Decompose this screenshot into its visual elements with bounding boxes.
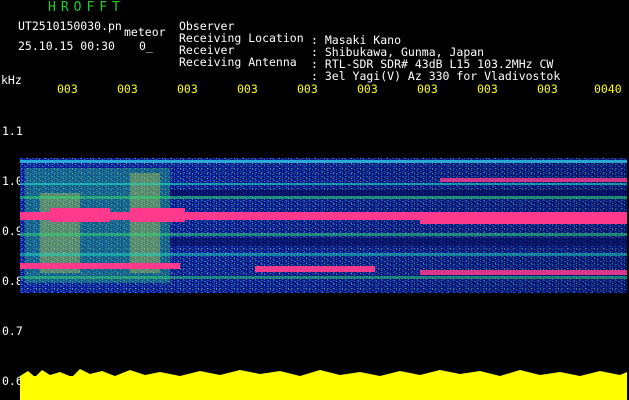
activity-region — [130, 173, 160, 273]
carrier-burst — [50, 208, 110, 222]
noise-peaks — [20, 369, 627, 378]
y-axis-unit: kHz — [1, 73, 22, 87]
time-label: 0040 — [594, 82, 622, 96]
secondary-line — [20, 233, 627, 236]
secondary-line — [20, 276, 627, 279]
time-label: 003 — [117, 82, 138, 96]
spectrogram — [20, 98, 627, 400]
antenna-value: : 3el Yagi(V) Az 330 for Vladivostok — [311, 69, 561, 83]
gap — [170, 190, 627, 196]
time-label: 003 — [477, 82, 498, 96]
top-line — [20, 160, 627, 163]
secondary-line — [20, 196, 627, 199]
meteor-label: meteor — [124, 25, 166, 39]
time-label: 003 — [237, 82, 258, 96]
time-label: 003 — [357, 82, 378, 96]
bottom-noise-strip — [20, 376, 627, 400]
time-label: 003 — [537, 82, 558, 96]
time-label: 003 — [297, 82, 318, 96]
time-label: 003 — [57, 82, 78, 96]
file-name: UT2510150030.pn — [18, 19, 122, 33]
carrier-burst — [130, 208, 185, 222]
secondary-line — [20, 253, 627, 256]
carrier-band-0.80 — [420, 270, 627, 275]
gap — [170, 238, 627, 246]
antenna-label: Receiving Antenna — [179, 55, 297, 69]
carrier-band-1.00 — [440, 178, 627, 182]
carrier-band-0.90 — [420, 216, 627, 224]
timestamp: 25.10.15 00:30 — [18, 39, 115, 53]
carrier-band-0.82 — [20, 263, 180, 269]
secondary-line — [20, 183, 627, 185]
time-label: 003 — [417, 82, 438, 96]
antenna-row: Receiving Antenna : 3el Yagi(V) Az 330 f… — [179, 41, 560, 83]
time-label: 003 — [177, 82, 198, 96]
app-title: HROFFT — [48, 0, 125, 15]
count-label: 0_ — [139, 39, 153, 53]
carrier-band-0.82 — [255, 266, 375, 272]
